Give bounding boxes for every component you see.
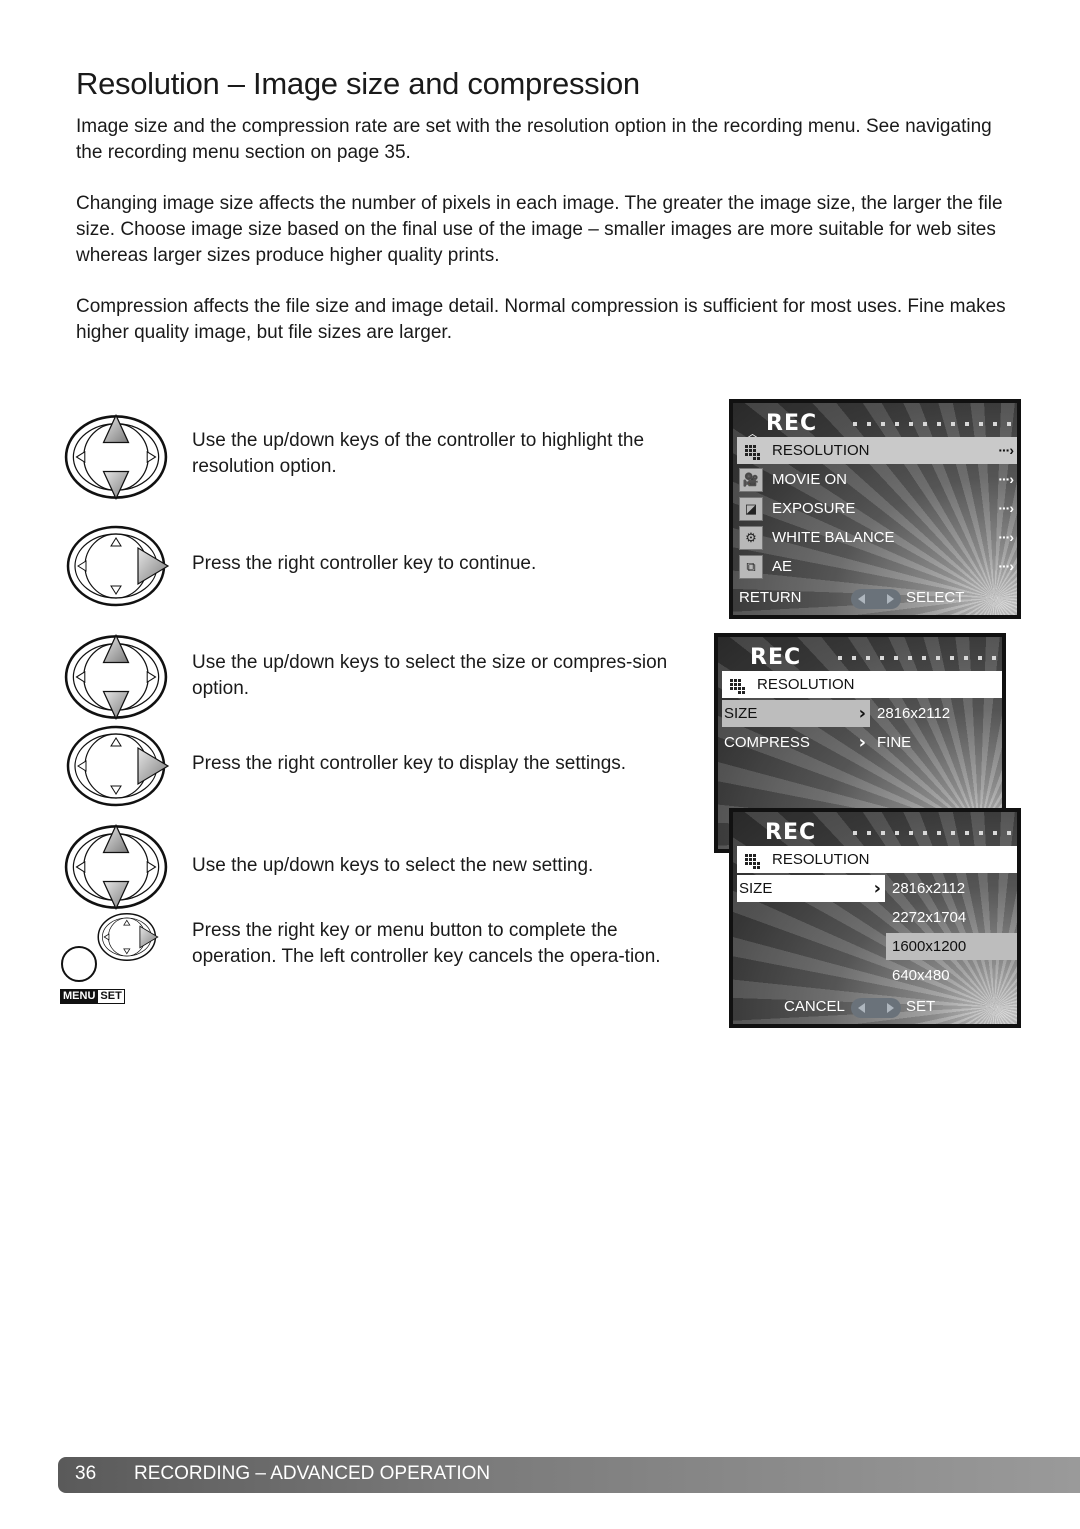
chevron-right-icon: ›: [858, 703, 866, 724]
step-3-text: Use the up/down keys to select the size …: [192, 652, 668, 699]
option-compress[interactable]: COMPRESS ›: [722, 729, 870, 756]
rec-header: REC: [766, 411, 818, 436]
size-option[interactable]: 2272x1704: [886, 904, 1017, 931]
size-option-label: 640x480: [892, 967, 950, 984]
menu-item-label: AE: [772, 558, 793, 575]
page-number: 36: [75, 1463, 97, 1484]
rec-header: REC: [750, 645, 802, 670]
step-1-text: Use the up/down keys of the controller t…: [192, 430, 645, 477]
menu-item-exposure[interactable]: ◪ EXPOSURE ···›: [737, 495, 1017, 522]
intro-paragraph: Image size and the compression rate are …: [76, 116, 992, 163]
size-option[interactable]: 640x480: [886, 962, 1017, 989]
resolution-icon: [730, 679, 745, 694]
menu-item-label: RESOLUTION: [772, 442, 870, 459]
option-label: SIZE: [739, 880, 773, 897]
controller-right-icon: [96, 912, 160, 962]
menu-item-movie-on[interactable]: 🎥 MOVIE ON ···›: [737, 466, 1017, 493]
image-size-paragraph: Changing image size affects the number o…: [76, 193, 1003, 266]
menu-item-label: WHITE BALANCE: [772, 529, 895, 546]
tab-dots: [838, 656, 1002, 660]
section-label: RESOLUTION: [757, 676, 855, 693]
menu-item-white-balance[interactable]: ⚙ WHITE BALANCE ···›: [737, 524, 1017, 551]
step-5-text: Use the up/down keys to select the new s…: [192, 855, 594, 876]
section-title: RECORDING – ADVANCED OPERATION: [134, 1463, 491, 1484]
left-right-keys-icon: [851, 589, 901, 609]
exposure-icon: ◪: [739, 497, 763, 521]
size-option-label: 1600x1200: [892, 938, 967, 955]
step-6-text: Press the right key or menu button to co…: [192, 920, 661, 967]
controller-up-down-icon: [64, 823, 168, 911]
select-label: SELECT: [906, 589, 965, 606]
tab-dots: [853, 422, 1017, 426]
size-option-label: 2816x2112: [892, 880, 966, 897]
menu-item-label: MOVIE ON: [772, 471, 848, 488]
menu-button-icon: [61, 946, 97, 982]
tab-dots: [853, 831, 1017, 835]
return-label: RETURN: [739, 589, 802, 606]
controller-up-down-icon: [64, 413, 168, 501]
size-option-label: 2272x1704: [892, 909, 967, 926]
menu-set-label: MENU SET: [60, 989, 125, 1004]
more-arrow-icon: ···›: [998, 471, 1014, 487]
resolution-icon: [745, 854, 760, 869]
section-resolution: RESOLUTION: [737, 846, 1017, 873]
section-resolution: RESOLUTION: [722, 671, 1002, 698]
menu-label: MENU: [61, 990, 98, 1003]
menu-item-resolution[interactable]: RESOLUTION ···›: [737, 437, 1017, 464]
page-title: Resolution – Image size and compression: [76, 66, 640, 101]
option-size[interactable]: SIZE ›: [722, 700, 870, 727]
resolution-icon: [745, 445, 760, 460]
ae-icon: ⧉: [739, 555, 763, 579]
menu-item-label: EXPOSURE: [772, 500, 856, 517]
left-right-keys-icon: [851, 998, 901, 1018]
more-arrow-icon: ···›: [998, 529, 1014, 545]
size-option-selected[interactable]: 1600x1200: [886, 933, 1017, 960]
more-arrow-icon: ···›: [998, 500, 1014, 516]
compression-paragraph: Compression affects the file size and im…: [76, 296, 1006, 343]
section-label: RESOLUTION: [772, 851, 870, 868]
size-option[interactable]: 2816x2112: [886, 875, 1017, 902]
controller-right-icon: [64, 524, 172, 608]
white-balance-icon: ⚙: [739, 526, 763, 550]
step-2-text: Press the right controller key to contin…: [192, 553, 537, 574]
option-label: SIZE: [724, 705, 758, 722]
more-arrow-icon: ···›: [998, 558, 1014, 574]
movie-camera-icon: 🎥: [739, 468, 763, 492]
size-value: 2816x2112: [877, 705, 951, 722]
compress-value: FINE: [877, 734, 912, 751]
chevron-right-icon: ›: [873, 878, 881, 899]
menu-item-ae[interactable]: ⧉ AE ···›: [737, 553, 1017, 580]
step-4-text: Press the right controller key to displa…: [192, 753, 627, 774]
more-arrow-icon: ···›: [998, 442, 1014, 458]
rec-header: REC: [765, 820, 817, 845]
size-options-screen: REC RESOLUTION SIZE › 2816x2112 2272x170…: [729, 808, 1021, 1028]
cancel-label: CANCEL: [784, 998, 845, 1015]
set-label: SET: [906, 998, 936, 1015]
page-footer: 36 RECORDING – ADVANCED OPERATION: [58, 1457, 1080, 1493]
rec-menu-screen: ︿ REC RESOLUTION ···› 🎥 MOVIE ON ···› ◪ …: [729, 399, 1021, 619]
option-size[interactable]: SIZE ›: [737, 875, 885, 902]
controller-up-down-icon: [64, 633, 168, 721]
set-label: SET: [97, 990, 124, 1003]
option-label: COMPRESS: [724, 734, 810, 751]
controller-right-icon: [64, 724, 172, 808]
chevron-right-icon: ›: [858, 732, 866, 753]
